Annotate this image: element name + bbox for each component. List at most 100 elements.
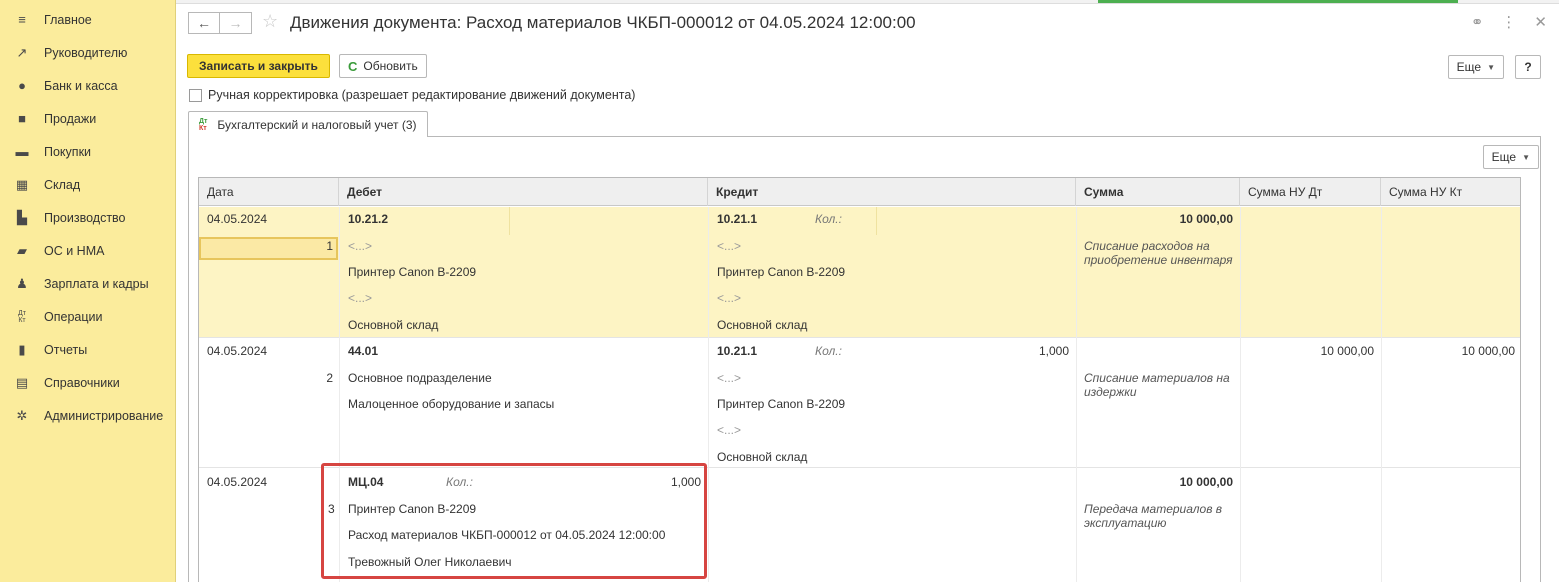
trend-icon: ↗ (16, 44, 28, 60)
debit-subconto-1: <...> (348, 239, 373, 253)
sidebar-item-label: Склад (44, 177, 81, 192)
header-credit[interactable]: Кредит (708, 178, 1076, 206)
sidebar-item-reports[interactable]: ▮ Отчеты (0, 333, 175, 366)
nav-buttons: ← → (188, 12, 252, 34)
sidebar-item-bank[interactable]: ● Банк и касса (0, 69, 175, 102)
sidebar: ≡ Главное ↗ Руководителю ● Банк и касса ■ Пр… (0, 0, 176, 582)
tab-accounting[interactable]: Дт Кт Бухгалтерский и налоговый учет (3) (188, 111, 428, 137)
sidebar-item-main[interactable]: ≡ Главное (0, 3, 175, 36)
sidebar-item-label: Зарплата и кадры (44, 276, 149, 291)
more-vertical-icon[interactable]: ⋮ (1501, 13, 1516, 31)
sidebar-item-label: Банк и касса (44, 78, 118, 93)
debit-subconto-2: Малоценное оборудование и запасы (348, 397, 555, 411)
sidebar-item-label: Покупки (44, 144, 92, 159)
dt-kt-icon: Дт Кт (18, 309, 26, 324)
window-controls: ⚭ ⋮ ✕ (1471, 13, 1547, 31)
link-icon[interactable]: ⚭ (1471, 13, 1484, 31)
favorite-star-icon[interactable]: ☆ (262, 11, 278, 32)
header-debit[interactable]: Дебет (339, 178, 708, 206)
more-label: Еще (1456, 60, 1482, 74)
sidebar-item-warehouse[interactable]: ▦ Склад (0, 168, 175, 201)
table-header: Дата Дебет Кредит Сумма Сумма НУ Дт Сумм… (199, 178, 1520, 206)
header-sum[interactable]: Сумма (1076, 178, 1240, 206)
debit-subconto-1: Основное подразделение (348, 371, 492, 385)
credit-subconto-3: <...> (717, 291, 742, 305)
factory-icon: ▙ (17, 209, 27, 225)
sidebar-item-admin[interactable]: ✲ Администрирование (0, 399, 175, 432)
more-label: Еще (1491, 150, 1517, 164)
arrow-right-icon: → (228, 15, 243, 31)
refresh-icon: C (348, 58, 358, 74)
sidebar-item-label: Продажи (44, 111, 97, 126)
bar-chart-icon: ▮ (18, 341, 26, 357)
row-description: Списание расходов на приобретение инвент… (1084, 239, 1233, 267)
sidebar-item-manager[interactable]: ↗ Руководителю (0, 36, 175, 69)
sidebar-item-operations[interactable]: Дт Кт Операции (0, 300, 175, 333)
close-icon[interactable]: ✕ (1534, 13, 1547, 31)
sidebar-item-production[interactable]: ▙ Производство (0, 201, 175, 234)
person-icon: ♟ (16, 275, 28, 291)
coin-icon: ● (18, 78, 26, 93)
sidebar-item-catalogs[interactable]: ▤ Справочники (0, 366, 175, 399)
sidebar-item-label: Производство (44, 210, 126, 225)
truck-icon: ▰ (17, 242, 27, 258)
row-sum-nu-kt: 10 000,00 (1461, 344, 1515, 358)
header-date[interactable]: Дата (199, 178, 339, 206)
table-more-button[interactable]: Еще ▼ (1482, 145, 1539, 169)
row-sum: 10 000,00 (1179, 212, 1233, 226)
dt-kt-icon: Дт Кт (199, 117, 208, 132)
sidebar-item-label: Отчеты (44, 342, 88, 357)
refresh-label: Обновить (363, 59, 418, 73)
books-icon: ▤ (15, 374, 29, 390)
refresh-button[interactable]: C Обновить (339, 54, 427, 78)
credit-subconto-3: <...> (717, 423, 742, 437)
top-strip (176, 0, 1559, 4)
sidebar-item-label: Операции (44, 309, 103, 324)
highlight-box (321, 463, 707, 579)
row-date: 04.05.2024 (207, 212, 268, 226)
row-number: 2 (326, 371, 333, 385)
credit-qty-label: Кол.: (815, 344, 842, 358)
credit-subconto-1: <...> (717, 239, 742, 253)
credit-account: 10.21.1 (717, 212, 758, 226)
sidebar-item-label: ОС и НМА (44, 243, 105, 258)
cart-icon: ▬ (15, 144, 29, 159)
sidebar-item-label: Справочники (44, 375, 120, 390)
debit-subconto-4: Основной склад (348, 318, 439, 332)
gear-icon: ✲ (16, 407, 28, 423)
active-window-indicator (1098, 0, 1458, 3)
credit-qty: 1,000 (1038, 344, 1069, 358)
debit-account: 10.21.2 (348, 212, 389, 226)
sidebar-item-salary[interactable]: ♟ Зарплата и кадры (0, 267, 175, 300)
row-date: 04.05.2024 (207, 475, 268, 489)
caret-down-icon: ▼ (1487, 62, 1495, 72)
row-number: 1 (326, 239, 333, 253)
help-button[interactable]: ? (1515, 55, 1541, 79)
credit-subconto-1: <...> (717, 371, 742, 385)
credit-subconto-4: Основной склад (717, 318, 808, 332)
credit-subconto-2: Принтер Canon B-2209 (717, 265, 846, 279)
sidebar-item-label: Руководителю (44, 45, 128, 60)
page-title: Движения документа: Расход материалов ЧК… (290, 13, 916, 32)
save-and-close-button[interactable]: Записать и закрыть (187, 54, 330, 78)
menu-icon: ≡ (18, 12, 26, 27)
credit-qty-label: Кол.: (815, 212, 842, 226)
arrow-left-icon: ← (197, 15, 211, 31)
header-sum-nu-dt[interactable]: Сумма НУ Дт (1240, 178, 1381, 206)
bag-icon: ■ (18, 111, 26, 126)
forward-button[interactable]: → (220, 12, 252, 34)
manual-correction-label[interactable]: Ручная корректировка (разрешает редактир… (208, 88, 635, 102)
manual-correction-checkbox[interactable] (189, 88, 202, 102)
table-row[interactable]: 04.05.2024 1 10.21.2 <...> Принтер Canon… (199, 207, 1520, 338)
back-button[interactable]: ← (188, 12, 220, 34)
more-button[interactable]: Еще ▼ (1447, 55, 1504, 79)
table-row[interactable]: 04.05.2024 2 44.01 Основное подразделени… (199, 338, 1520, 468)
header-sum-nu-kt[interactable]: Сумма НУ Кт (1381, 178, 1520, 206)
sidebar-item-assets[interactable]: ▰ ОС и НМА (0, 234, 175, 267)
sidebar-item-sales[interactable]: ■ Продажи (0, 102, 175, 135)
sidebar-item-purchases[interactable]: ▬ Покупки (0, 135, 175, 168)
row-sum: 10 000,00 (1179, 475, 1233, 489)
tab-label: Бухгалтерский и налоговый учет (3) (217, 117, 417, 132)
row-date: 04.05.2024 (207, 344, 268, 358)
manual-correction-row: Ручная корректировка (разрешает редактир… (189, 88, 635, 102)
